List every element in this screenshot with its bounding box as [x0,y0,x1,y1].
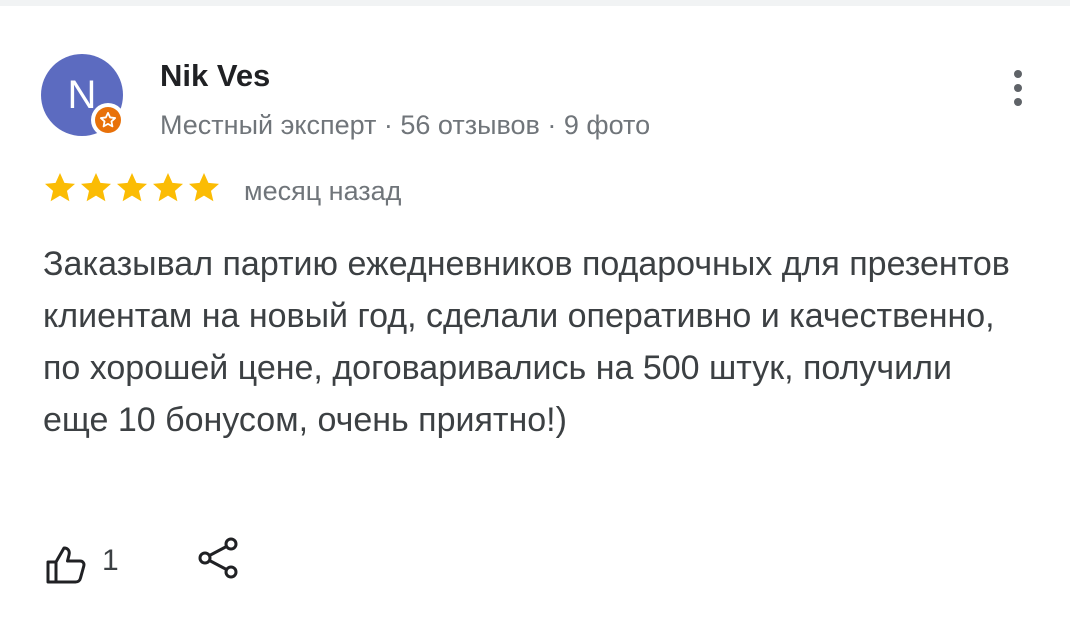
author-meta: Местный эксперт · 56 отзывов · 9 фото [160,110,651,140]
author-name[interactable]: Nik Ves [160,58,270,94]
star-icon [150,170,186,206]
thumb-up-icon [46,546,86,584]
more-options-button[interactable] [1002,66,1034,110]
local-guide-star-icon [99,111,117,128]
more-vert-icon-dot [1014,98,1022,106]
share-button[interactable] [196,536,244,584]
like-button[interactable]: 1 [44,538,134,588]
star-icon [114,170,150,206]
review-text: Заказывал партию ежедневников подарочных… [43,245,1010,439]
share-icon [198,537,238,579]
top-divider [0,0,1070,6]
review-date: месяц назад [244,176,402,206]
star-icon [42,170,78,206]
local-guide-badge [91,103,125,137]
star-icon [78,170,114,206]
more-vert-icon-dot [1014,84,1022,92]
star-rating [42,170,222,210]
more-vert-icon [1014,70,1022,78]
star-icon [186,170,222,206]
like-count: 1 [102,544,119,577]
